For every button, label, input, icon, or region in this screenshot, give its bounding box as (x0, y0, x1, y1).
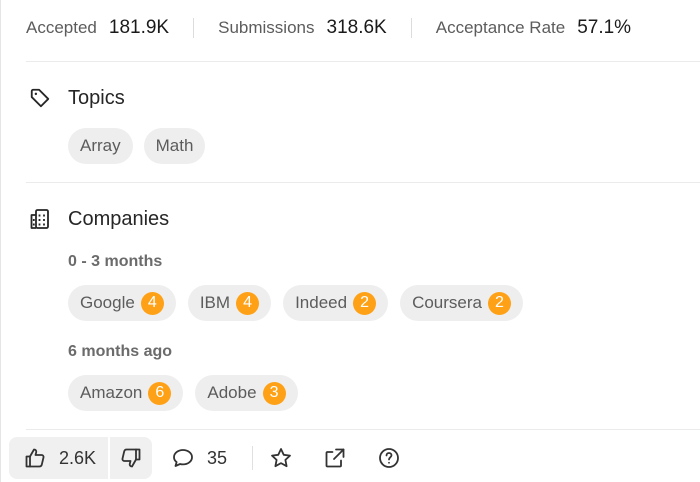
share-button[interactable] (320, 437, 350, 479)
comment-icon (171, 446, 195, 470)
stat-divider (410, 18, 412, 38)
like-count: 2.6K (58, 447, 97, 468)
thumbs-up-icon (23, 446, 47, 470)
star-icon (269, 446, 293, 470)
company-chip[interactable]: Coursera 2 (400, 285, 523, 321)
topics-header[interactable]: Topics (28, 86, 125, 110)
help-button[interactable] (374, 437, 404, 479)
acceptance-rate-value: 57.1% (577, 17, 632, 38)
company-chip[interactable]: Indeed 2 (283, 285, 389, 321)
period-label: 0 - 3 months (68, 253, 163, 270)
company-count-badge: 6 (148, 381, 172, 405)
accepted-value: 181.9K (108, 17, 170, 38)
divider (26, 61, 700, 62)
company-chip[interactable]: Google 4 (68, 285, 176, 321)
problem-info-panel: Accepted 181.9K Submissions 318.6K Accep… (0, 0, 700, 482)
company-name: Google (80, 293, 135, 312)
like-button[interactable]: 2.6K (9, 437, 108, 479)
building-icon (28, 207, 52, 231)
submissions-value: 318.6K (326, 17, 387, 38)
topic-chip[interactable]: Array (68, 128, 133, 164)
accepted-label: Accepted (26, 18, 97, 37)
company-count-badge: 3 (262, 381, 286, 405)
company-chip[interactable]: IBM 4 (187, 285, 272, 321)
stat-submissions: Submissions 318.6K (218, 17, 387, 39)
companies-header[interactable]: Companies (28, 207, 169, 231)
stat-accepted: Accepted 181.9K (26, 17, 169, 39)
company-list: Google 4 IBM 4 Indeed 2 Coursera 2 (68, 285, 535, 321)
toolbar-divider (252, 446, 254, 470)
share-icon (323, 446, 347, 470)
period-label: 6 months ago (68, 343, 173, 360)
dislike-button[interactable] (110, 437, 152, 479)
favorite-button[interactable] (266, 437, 296, 479)
company-count-badge: 2 (353, 291, 377, 315)
thumbs-down-icon (119, 446, 143, 470)
comments-button[interactable]: 35 (171, 437, 227, 479)
acceptance-rate-label: Acceptance Rate (435, 18, 566, 37)
topics-list: Array Math (68, 128, 216, 164)
stats-row: Accepted 181.9K Submissions 318.6K Accep… (26, 14, 631, 42)
comment-count: 35 (207, 447, 228, 468)
vote-group: 2.6K (9, 437, 152, 479)
company-name: IBM (199, 293, 231, 312)
company-count-badge: 2 (487, 291, 511, 315)
submissions-label: Submissions (218, 18, 315, 37)
stat-divider (193, 18, 195, 38)
help-icon (377, 446, 401, 470)
action-toolbar: 2.6K 35 (9, 437, 404, 479)
topics-title: Topics (68, 86, 125, 109)
company-name: Adobe (207, 383, 257, 402)
company-list: Amazon 6 Adobe 3 (68, 375, 310, 411)
company-chip[interactable]: Amazon 6 (68, 375, 184, 411)
topic-chip[interactable]: Math (143, 128, 206, 164)
company-name: Indeed (295, 293, 348, 312)
companies-title: Companies (68, 207, 170, 230)
company-count-badge: 4 (236, 291, 260, 315)
company-chip[interactable]: Adobe 3 (195, 375, 298, 411)
company-count-badge: 4 (140, 291, 164, 315)
company-name: Amazon (80, 383, 143, 402)
divider (26, 429, 700, 430)
stat-acceptance-rate: Acceptance Rate 57.1% (436, 17, 631, 39)
company-name: Coursera (412, 293, 482, 312)
divider (26, 182, 700, 183)
tag-icon (28, 86, 52, 110)
